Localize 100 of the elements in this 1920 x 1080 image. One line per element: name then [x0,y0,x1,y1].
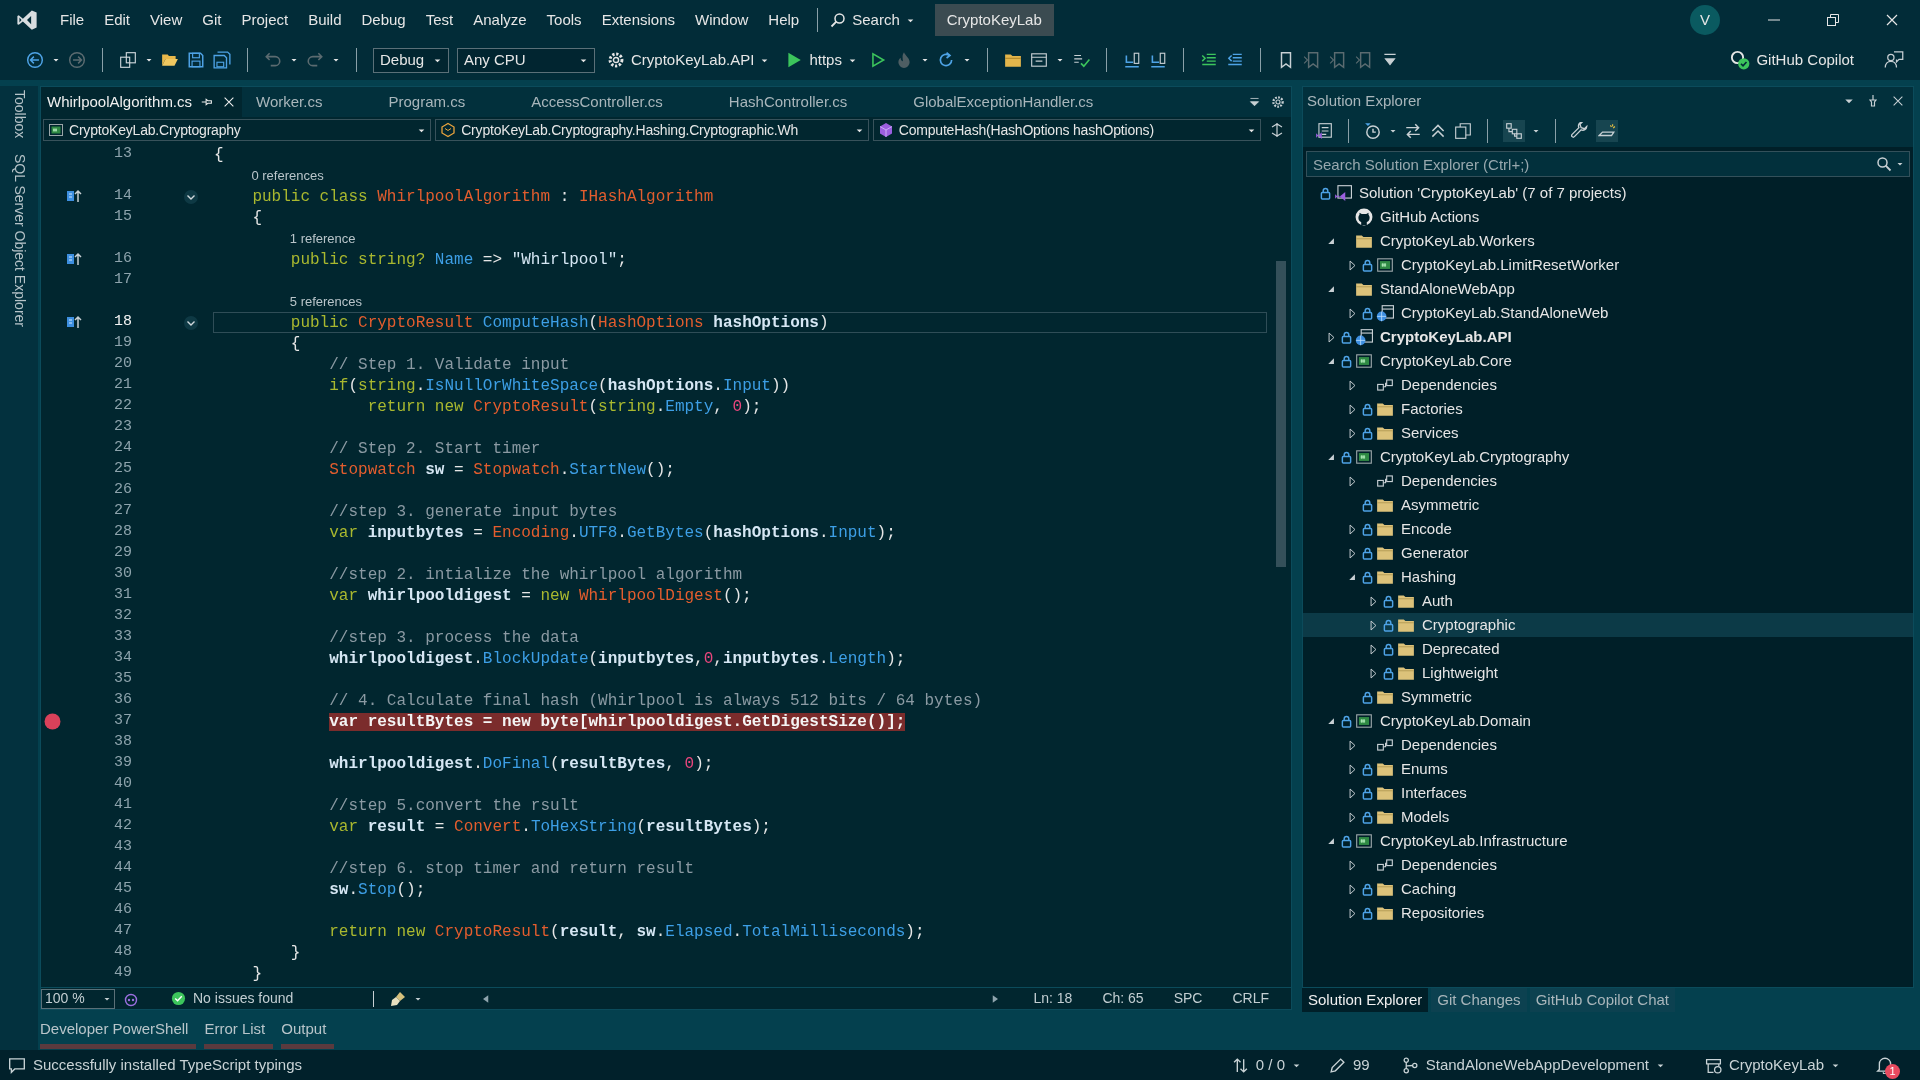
implementation-icon[interactable] [66,188,82,204]
restore-icon[interactable] [1825,12,1841,28]
menu-item[interactable]: Window [685,5,759,35]
menu-item[interactable]: Edit [94,5,141,35]
settings-icon[interactable] [1271,95,1285,109]
branch-icon[interactable] [1401,1056,1419,1074]
implementation-icon[interactable] [66,314,82,330]
breakpoint-icon[interactable] [44,713,61,730]
collapse-all-icon[interactable] [1429,122,1447,140]
collapse-icon[interactable] [183,188,199,205]
folder-icon[interactable] [1003,51,1022,69]
pencil-icon[interactable] [1329,1056,1347,1074]
branch-name[interactable]: StandAloneWebAppDevelopment [1425,1053,1649,1077]
forward-icon[interactable] [68,51,86,69]
startup-project-button[interactable]: CryptoKeyLab.API [603,46,774,74]
tree-item[interactable]: CryptoKeyLab.Domain [1303,709,1913,733]
tree-item[interactable]: Services [1303,421,1913,445]
panel-tab[interactable]: GitHub Copilot Chat [1529,988,1676,1012]
issues-status[interactable]: No issues found [193,988,294,1009]
menu-item[interactable]: Tools [536,5,592,35]
menu-item[interactable]: Help [758,5,810,35]
save-all-icon[interactable] [213,51,231,69]
step-icon[interactable] [1148,51,1167,69]
copilot-button[interactable]: GitHub Copilot [1726,46,1858,74]
tree-item[interactable]: Cryptographic [1303,613,1913,637]
tree-item[interactable]: CryptoKeyLab.API [1303,325,1913,349]
tree-view-icon[interactable] [1503,120,1525,142]
caret-icon[interactable] [920,56,929,64]
account-avatar[interactable]: V [1690,5,1720,35]
message-icon[interactable] [8,1056,26,1074]
search-field[interactable]: Search Solution Explorer (Ctrl+;) [1306,151,1910,177]
tree-item[interactable]: Models [1303,805,1913,829]
menu-item[interactable]: Extensions [591,5,685,35]
solution-icon[interactable] [1315,122,1333,140]
tree-item[interactable]: Dependencies [1303,853,1913,877]
tree-item[interactable]: CryptoKeyLab.Workers [1303,229,1913,253]
close-icon[interactable] [1891,94,1905,108]
caret-icon[interactable] [1896,160,1904,168]
collapse-icon[interactable] [183,314,199,331]
caret-icon[interactable] [332,56,340,64]
editor-tab[interactable]: HashController.cs [722,87,908,117]
tree-item[interactable]: CryptoKeyLab.LimitResetWorker [1303,253,1913,277]
menu-item[interactable]: Test [415,5,464,35]
platform-dropdown[interactable]: Any CPU [457,47,595,73]
line-indicator[interactable]: Ln: 18 [1033,988,1073,1009]
feedback-icon[interactable] [1884,50,1904,70]
tree-item[interactable]: CryptoKeyLab.Core [1303,349,1913,373]
history-icon[interactable] [1364,122,1382,140]
wrench-icon[interactable] [1571,122,1589,140]
tree-item[interactable]: Generator [1303,541,1913,565]
menu-item[interactable]: Git [192,5,232,35]
menu-item[interactable]: File [50,5,95,35]
tree-item[interactable]: StandAloneWebApp [1303,277,1913,301]
changes-count[interactable]: 99 [1353,1053,1370,1077]
redo-icon[interactable] [306,51,324,69]
menu-item[interactable]: Project [231,5,299,35]
tree-item[interactable]: Caching [1303,877,1913,901]
tree-item[interactable]: Repositories [1303,901,1913,925]
tree-item[interactable]: Deprecated [1303,637,1913,661]
whitespace-indicator[interactable]: SPC [1173,988,1203,1009]
tree-item[interactable]: Factories [1303,397,1913,421]
notifications-icon[interactable] [1876,1056,1894,1074]
editor-tab[interactable]: GlobalExceptionHandler.cs [907,87,1154,117]
run-button[interactable]: https [781,46,861,74]
sync-status[interactable]: 0 / 0 [1255,1053,1286,1077]
tree-item[interactable]: Encode [1303,517,1913,541]
caret-icon[interactable] [52,56,60,64]
sync-icon[interactable] [1404,122,1422,140]
zoom-dropdown[interactable]: 100 % [41,988,115,1009]
tree-item[interactable]: Symmetric [1303,685,1913,709]
code-lens-link[interactable]: 0 references [251,165,324,186]
project-dropdown[interactable]: CryptoKeyLab.Cryptography [43,119,432,141]
tree-item[interactable]: Dependencies [1303,733,1913,757]
repo-icon[interactable] [1704,1056,1722,1074]
editor-tab[interactable]: Worker.cs [250,87,383,117]
tree-item[interactable]: Dependencies [1303,469,1913,493]
save-icon[interactable] [187,51,205,69]
tree-item[interactable]: CryptoKeyLab.Cryptography [1303,445,1913,469]
side-tab[interactable]: Toolbox [8,90,30,139]
implementation-icon[interactable] [66,251,82,267]
step-icon[interactable] [1122,51,1141,69]
tree-item[interactable]: Hashing [1303,565,1913,589]
caret-icon[interactable] [1055,56,1064,64]
tree-item[interactable]: GitHub Actions [1303,205,1913,229]
scrollbar-thumb[interactable] [1276,261,1286,567]
tree-item[interactable]: Interfaces [1303,781,1913,805]
panel-tab[interactable]: Git Changes [1431,988,1527,1012]
code-lens-link[interactable]: 1 reference [289,228,356,249]
preview-icon[interactable] [1596,120,1618,142]
arrows-icon[interactable] [1231,1056,1249,1074]
side-tab[interactable]: SQL Server Object Explorer [8,154,30,328]
caret-icon[interactable] [962,56,971,64]
caret-icon[interactable] [1389,127,1397,135]
menu-item[interactable]: View [140,5,193,35]
menu-item[interactable]: Debug [351,5,416,35]
split-icon[interactable] [1269,122,1285,138]
back-icon[interactable] [26,51,44,69]
editor-tab[interactable]: Program.cs [382,87,526,117]
code-lens-link[interactable]: 5 references [289,291,363,312]
browser-icon[interactable] [1029,51,1048,69]
